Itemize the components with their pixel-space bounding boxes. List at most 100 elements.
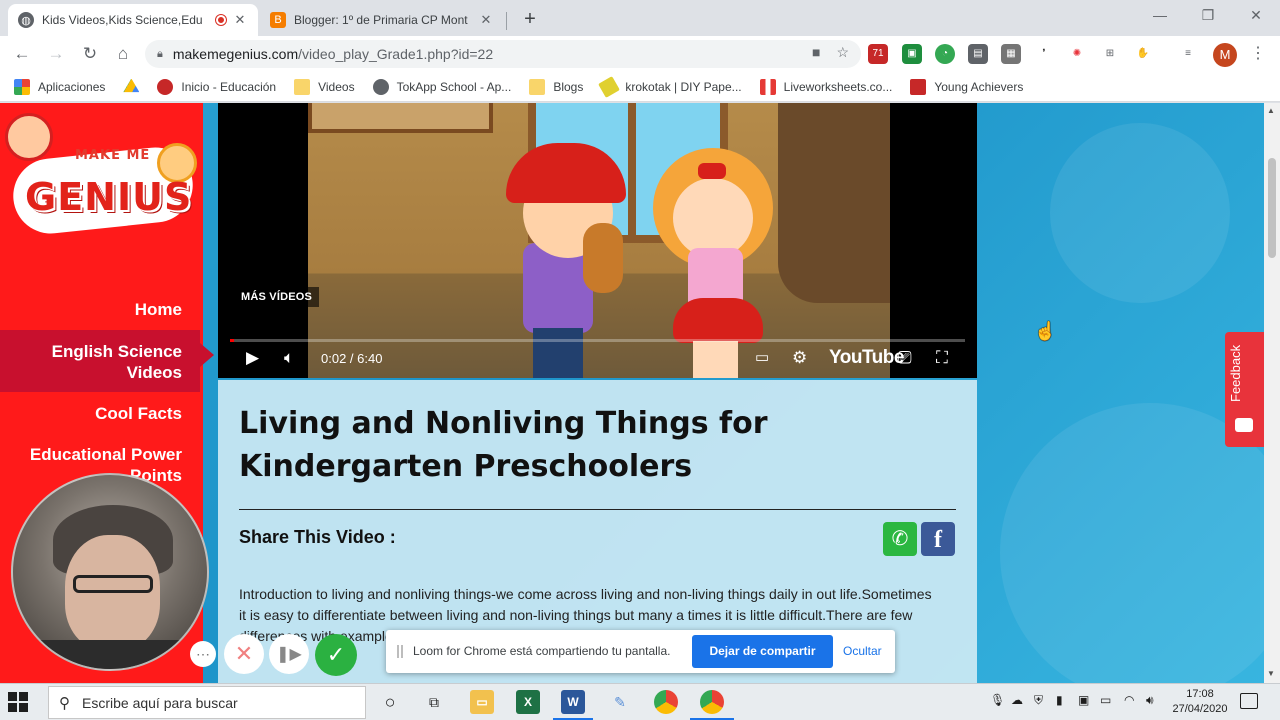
close-window-button[interactable]: ✕	[1233, 0, 1279, 32]
file-explorer-icon[interactable]: ▭	[470, 690, 494, 714]
bookmark-drive[interactable]	[123, 78, 140, 95]
page-scrollbar[interactable]: ▲ ▼	[1264, 103, 1280, 683]
cast-icon[interactable]: ⎚	[898, 347, 912, 369]
search-icon: ⚲	[59, 694, 70, 712]
close-tab-icon[interactable]: ✕	[232, 12, 248, 28]
facebook-share-icon[interactable]: f	[921, 522, 955, 556]
chrome-icon[interactable]	[654, 690, 678, 714]
classroom-extension-icon[interactable]: ▣	[902, 44, 922, 64]
menu-item-cool-facts[interactable]: Cool Facts	[0, 403, 182, 424]
volume-icon[interactable]: 🔈︎	[284, 347, 294, 369]
feedback-chat-icon	[1235, 418, 1253, 432]
video-title: Living and Nonliving Things for Kinderga…	[239, 406, 768, 484]
home-button[interactable]: ⌂	[111, 42, 135, 66]
excel-icon[interactable]: X	[516, 690, 540, 714]
word-icon[interactable]: W	[561, 690, 585, 714]
fullscreen-icon[interactable]: ⛶	[936, 347, 948, 369]
media-controls-icon[interactable]: ≡	[1178, 44, 1198, 64]
bookmark-young-achievers[interactable]: Young Achievers	[910, 78, 1023, 95]
play-icon[interactable]: ▶	[246, 347, 259, 369]
restore-button[interactable]: ❐	[1185, 0, 1231, 32]
url-host: makemegenius.com	[172, 46, 299, 62]
scroll-up-arrow-icon[interactable]: ▲	[1267, 106, 1275, 115]
system-clock[interactable]: 17:08 27/04/2020	[1170, 687, 1230, 717]
video-tree	[778, 103, 890, 303]
bookmark-blogs[interactable]: Blogs	[529, 78, 583, 95]
abp-extension-icon[interactable]: 71	[868, 44, 888, 64]
minimize-button[interactable]: —	[1137, 0, 1183, 32]
bookmark-tokapp[interactable]: TokApp School - Ap...	[372, 78, 511, 95]
settings-gear-icon[interactable]: ⚙	[792, 347, 807, 369]
video-boy-legs	[533, 328, 583, 378]
url-path: /video_play_Grade1.php?id=22	[298, 46, 494, 62]
extension-icon[interactable]: ✋	[1133, 44, 1153, 64]
taskbar-search-input[interactable]: ⚲ Escribe aquí para buscar	[48, 686, 366, 719]
video-girl-skirt	[673, 298, 763, 343]
calculator-extension-icon[interactable]: ▦	[1001, 44, 1021, 64]
drag-handle-icon[interactable]	[397, 645, 403, 658]
battery-icon[interactable]: ▭	[1100, 693, 1111, 707]
loom-finish-button[interactable]: ✓	[315, 634, 357, 676]
menu-kebab-icon[interactable]: ⋮	[1250, 43, 1266, 63]
close-tab-icon[interactable]: ✕	[478, 12, 494, 28]
menu-item-english-science-videos[interactable]: English Science Videos	[32, 341, 182, 383]
chrome-profile-icon[interactable]	[700, 690, 724, 714]
scrollbar-thumb[interactable]	[1268, 158, 1276, 258]
notification-center-icon[interactable]	[1240, 693, 1258, 709]
background-decoration	[1050, 123, 1230, 303]
back-button[interactable]: ←	[10, 42, 34, 66]
loom-webcam-bubble[interactable]	[11, 473, 209, 671]
apps-grid-icon	[14, 78, 30, 95]
bookmark-star-icon[interactable]: ☆	[836, 44, 849, 61]
onedrive-icon[interactable]: ☁	[1011, 693, 1023, 707]
logo-make-me: MAKE ME	[75, 148, 151, 163]
divider	[239, 509, 956, 510]
new-tab-button[interactable]: +	[518, 8, 542, 32]
bookmark-apps[interactable]: Aplicaciones	[14, 78, 105, 95]
windows-start-icon[interactable]	[8, 692, 30, 714]
bookmark-krokotak[interactable]: krokotak | DIY Pape...	[598, 75, 742, 98]
youtube-logo[interactable]: YouTube	[829, 347, 904, 369]
video-progress-bar[interactable]	[230, 339, 965, 342]
cortana-icon[interactable]: ○	[378, 690, 402, 714]
loom-extension-icon[interactable]: ✺	[1067, 44, 1087, 64]
address-bar[interactable]: 🔒︎ makemegenius.com/video_play_Grade1.ph…	[145, 40, 861, 68]
bookmark-educacion[interactable]: Inicio - Educación	[157, 78, 276, 95]
bookmark-videos[interactable]: Videos	[294, 78, 355, 95]
feedback-tab[interactable]: Feedback	[1225, 332, 1264, 447]
bookmark-liveworksheets[interactable]: Liveworksheets.co...	[759, 78, 892, 95]
forward-button[interactable]: →	[44, 42, 68, 66]
profile-avatar[interactable]: M	[1213, 43, 1237, 67]
microphone-icon[interactable]: ▮	[1056, 693, 1063, 707]
extensions-grid-icon[interactable]: ⊞	[1100, 44, 1120, 64]
camera-icon[interactable]: ■	[812, 44, 820, 61]
extension-icon[interactable]: ◔	[935, 44, 955, 64]
whatsapp-share-icon[interactable]: ✆	[883, 522, 917, 556]
microphone-icon[interactable]: 🎙︎	[990, 693, 1005, 707]
task-view-icon[interactable]: ⧉	[422, 690, 446, 714]
mouse-cursor-icon: ☝	[1034, 321, 1057, 341]
site-logo[interactable]: MAKE ME GENIUS	[5, 113, 200, 238]
loom-more-button[interactable]: ⋯	[190, 641, 216, 667]
reader-extension-icon[interactable]: ▤	[968, 44, 988, 64]
stop-sharing-button[interactable]: Dejar de compartir	[692, 635, 833, 668]
hide-button[interactable]: Ocultar	[843, 644, 882, 658]
subtitles-icon[interactable]: ▭	[755, 347, 769, 369]
more-videos-button[interactable]: MÁS VÍDEOS	[234, 287, 320, 307]
logo-boy-image	[5, 113, 53, 161]
extension-icon[interactable]: ❜	[1034, 44, 1054, 64]
menu-item-home[interactable]: Home	[0, 299, 182, 320]
scroll-down-arrow-icon[interactable]: ▼	[1267, 669, 1275, 678]
youtube-player[interactable]: MÁS VÍDEOS ▶ 🔈︎ 0:02 / 6:40 ▭ ⚙ YouTube …	[218, 103, 977, 378]
monitor-icon[interactable]: ▣	[1078, 693, 1089, 707]
loom-cancel-button[interactable]: ✕	[224, 634, 264, 674]
paint-icon[interactable]: ✎	[608, 690, 632, 714]
reload-button[interactable]: ↻	[78, 42, 102, 66]
wifi-icon[interactable]: ◠	[1124, 693, 1134, 707]
speaker-icon[interactable]: 🔊︎	[1146, 693, 1154, 708]
security-shield-icon[interactable]: ⛨	[1034, 693, 1043, 708]
tab-blogger[interactable]: B Blogger: 1º de Primaria CP Mont ✕	[260, 4, 504, 36]
globe-icon: ◍	[18, 12, 34, 28]
tab-kids-videos[interactable]: ◍ Kids Videos,Kids Science,Edu ✕	[8, 4, 258, 36]
loom-pause-button[interactable]: ❚▶	[269, 634, 309, 674]
